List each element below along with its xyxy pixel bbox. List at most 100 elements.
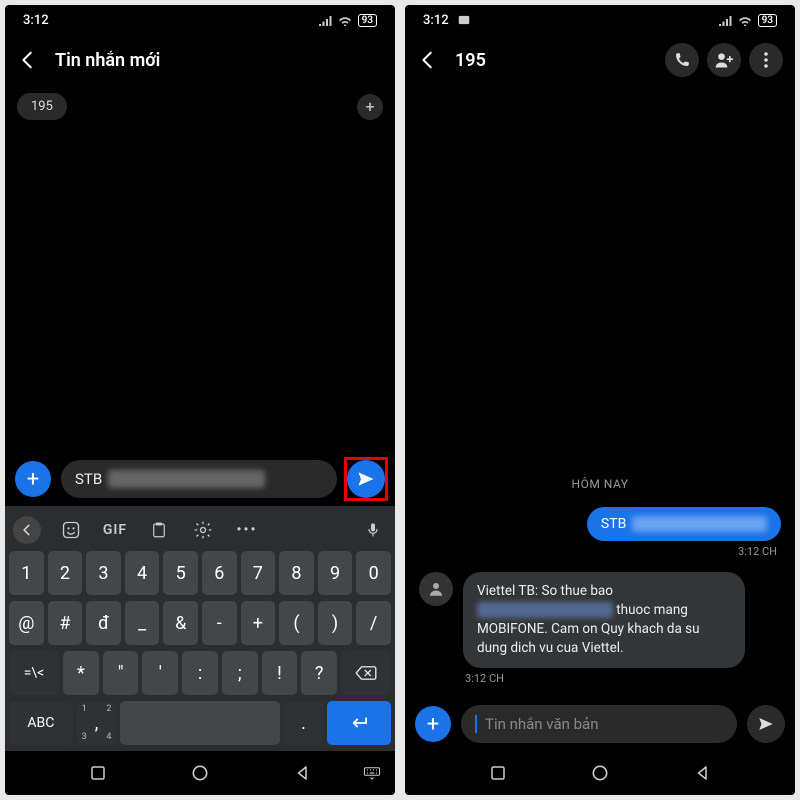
sticker-icon[interactable] [57, 516, 85, 544]
nav-back-icon[interactable] [294, 764, 312, 782]
compose-row: + STB 0000000000 [5, 452, 395, 506]
key-7[interactable]: 7 [241, 551, 276, 595]
more-button[interactable] [749, 43, 783, 77]
recipient-row: 195 + [5, 85, 395, 128]
key-6[interactable]: 6 [202, 551, 237, 595]
settings-icon[interactable] [189, 516, 217, 544]
nav-home-icon[interactable] [190, 763, 210, 783]
nav-recents-icon[interactable] [89, 764, 107, 782]
status-bar: 3:12 93 [5, 5, 395, 35]
key-9[interactable]: 9 [318, 551, 353, 595]
add-recipient-button[interactable]: + [357, 94, 383, 120]
attach-button[interactable]: + [415, 706, 451, 742]
key-rparen[interactable]: ) [318, 601, 353, 645]
sender-avatar[interactable] [419, 572, 453, 606]
message-incoming[interactable]: Viettel TB: So thue bao 0000000000 thuoc… [463, 572, 745, 668]
key-plus[interactable]: + [241, 601, 276, 645]
message-input[interactable]: Tin nhắn văn bản [461, 705, 737, 743]
key-underscore[interactable]: _ [125, 601, 160, 645]
add-contact-button[interactable] [707, 43, 741, 77]
phone-icon [673, 51, 691, 69]
key-abc[interactable]: ABC [9, 701, 73, 745]
gif-button[interactable]: GIF [101, 516, 129, 544]
key-backspace[interactable] [341, 651, 391, 695]
key-3[interactable]: 3 [86, 551, 121, 595]
input-text-prefix: STB [75, 470, 102, 488]
key-enter[interactable] [327, 701, 391, 745]
key-2[interactable]: 2 [48, 551, 83, 595]
send-icon [356, 469, 376, 489]
back-icon[interactable] [417, 49, 439, 71]
header: Tin nhắn mới [5, 35, 395, 85]
msg-out-redacted: 0000000000 [632, 516, 767, 532]
key-lparen[interactable]: ( [279, 601, 314, 645]
nav-bar [405, 751, 795, 795]
clipboard-icon[interactable] [145, 516, 173, 544]
kb-row-3: =\< * " ' : ; ! ? [5, 648, 395, 698]
key-4[interactable]: 4 [125, 551, 160, 595]
text-cursor [475, 715, 477, 733]
key-0[interactable]: 0 [356, 551, 391, 595]
mic-icon[interactable] [359, 516, 387, 544]
kb-row-4: ABC 1 3 2 4 , . [5, 698, 395, 751]
header: 195 [405, 35, 795, 85]
key-5[interactable]: 5 [163, 551, 198, 595]
message-incoming-row: Viettel TB: So thue bao 0000000000 thuoc… [419, 572, 781, 668]
message-list[interactable]: HÔM NAY STB 0000000000 3:12 CH Viettel T… [405, 85, 795, 697]
key-space[interactable] [120, 701, 279, 745]
keyboard: GIF ••• 1 2 3 4 5 6 7 8 9 0 @ # [5, 506, 395, 751]
key-comma[interactable]: 1 3 2 4 , [77, 701, 117, 745]
kb-row-2: @ # đ _ & - + ( ) / [5, 598, 395, 648]
key-period[interactable]: . [284, 701, 324, 745]
recipient-chip[interactable]: 195 [17, 93, 67, 120]
nav-home-icon[interactable] [590, 763, 610, 783]
phone-left: 3:12 93 Tin nhắn mới 195 + + STB 0000000… [5, 5, 395, 795]
wifi-icon [737, 14, 753, 26]
more-vertical-icon [764, 52, 768, 68]
person-icon [427, 580, 445, 598]
status-bar: 3:12 93 [405, 5, 795, 35]
key-amp[interactable]: & [163, 601, 198, 645]
key-colon[interactable]: : [182, 651, 218, 695]
key-8[interactable]: 8 [279, 551, 314, 595]
key-symbols-page[interactable]: =\< [9, 651, 59, 695]
date-separator: HÔM NAY [419, 477, 781, 491]
kb-row-1: 1 2 3 4 5 6 7 8 9 0 [5, 548, 395, 598]
screenshot-indicator-icon [457, 14, 471, 26]
key-d-stroke[interactable]: đ [86, 601, 121, 645]
status-icons: 93 [318, 14, 377, 27]
back-icon[interactable] [17, 49, 39, 71]
message-area-empty [5, 128, 395, 452]
msg-out-text: STB [601, 516, 626, 532]
kb-collapse-icon[interactable] [13, 516, 41, 544]
msg-in-line1: Viettel TB: So thue bao [477, 583, 613, 599]
status-icons: 93 [718, 14, 777, 27]
key-dquote[interactable]: " [103, 651, 139, 695]
key-exclaim[interactable]: ! [262, 651, 298, 695]
battery-level: 93 [358, 14, 377, 27]
key-1[interactable]: 1 [9, 551, 44, 595]
message-input[interactable]: STB 0000000000 [61, 460, 337, 498]
key-slash[interactable]: / [356, 601, 391, 645]
message-outgoing[interactable]: STB 0000000000 [587, 507, 781, 541]
input-placeholder: Tin nhắn văn bản [485, 715, 599, 733]
more-icon[interactable]: ••• [233, 516, 261, 544]
key-squote[interactable]: ' [142, 651, 178, 695]
key-hash[interactable]: # [48, 601, 83, 645]
key-star[interactable]: * [63, 651, 99, 695]
attach-button[interactable]: + [15, 461, 51, 497]
key-at[interactable]: @ [9, 601, 44, 645]
nav-recents-icon[interactable] [489, 764, 507, 782]
key-semicolon[interactable]: ; [222, 651, 258, 695]
send-button[interactable] [747, 705, 785, 743]
enter-icon [348, 715, 370, 731]
phone-right: 3:12 93 195 [405, 5, 795, 795]
nav-bar [5, 751, 395, 795]
key-dash[interactable]: - [202, 601, 237, 645]
send-button[interactable] [347, 460, 385, 498]
nav-back-icon[interactable] [694, 764, 712, 782]
key-question[interactable]: ? [301, 651, 337, 695]
status-time: 3:12 [23, 13, 49, 28]
nav-keyboard-toggle-icon[interactable] [363, 766, 381, 780]
call-button[interactable] [665, 43, 699, 77]
